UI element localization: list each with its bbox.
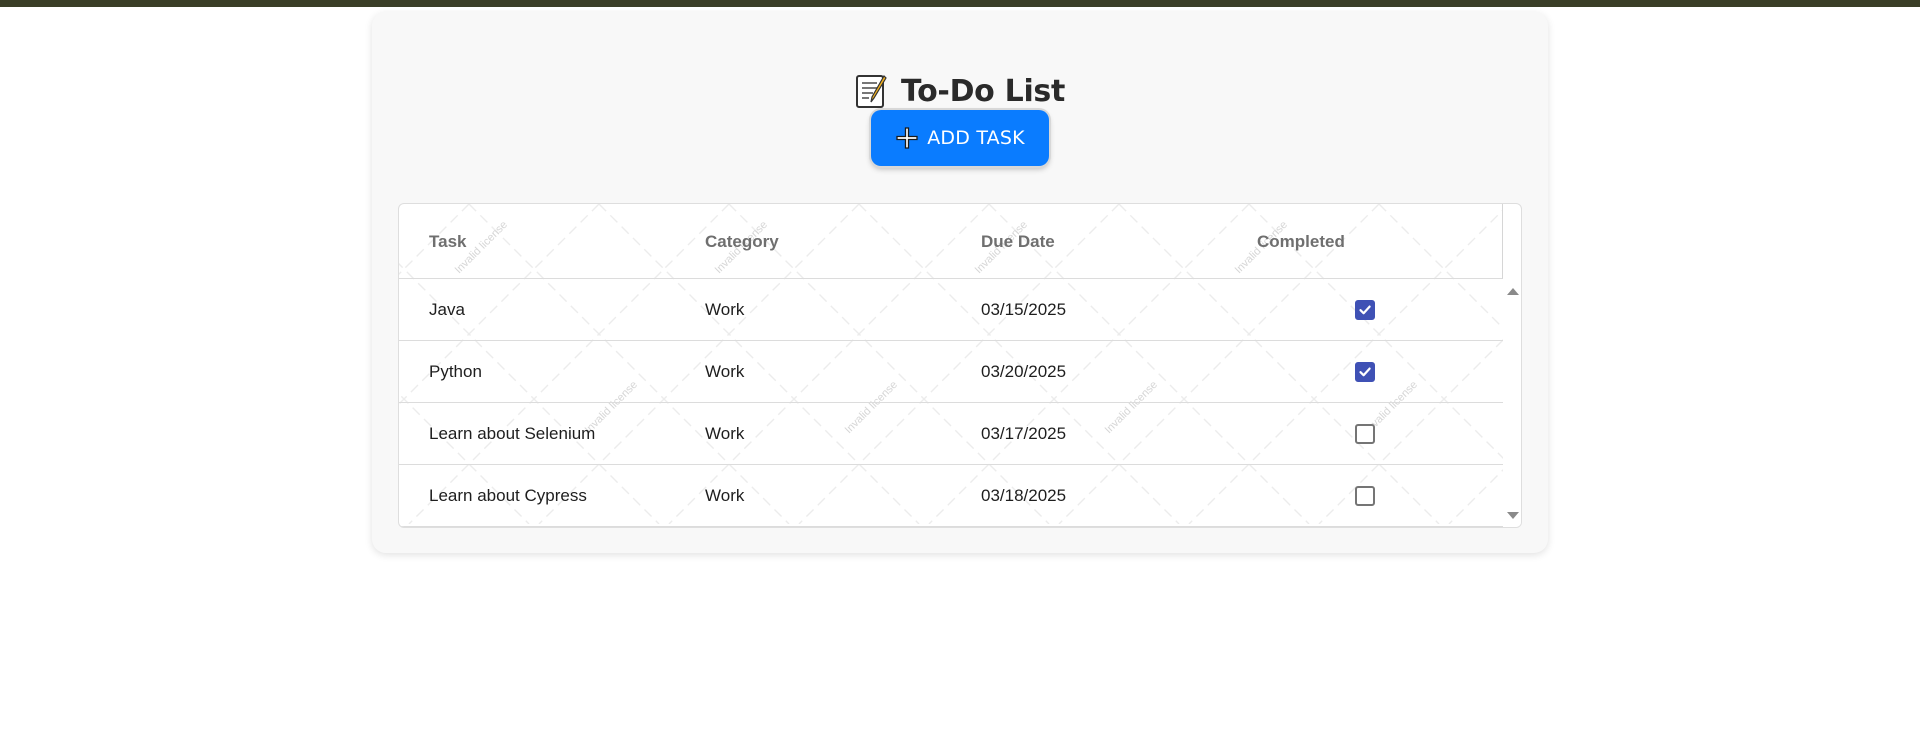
add-task-button[interactable]: ADD TASK — [871, 110, 1049, 166]
column-header-due-date[interactable]: Due Date — [981, 204, 1055, 279]
task-table: Invalid license Invalid license Invalid li… — [398, 203, 1522, 528]
page-title: To-Do List — [900, 73, 1066, 109]
category-cell: Work — [705, 362, 745, 381]
due-date-cell: 03/18/2025 — [981, 486, 1067, 505]
table-row[interactable]: Python Work 03/20/2025 — [399, 341, 1503, 403]
scroll-down-arrow-icon[interactable] — [1506, 511, 1520, 521]
category-cell: Work — [705, 424, 745, 443]
category-cell: Work — [705, 300, 745, 319]
completed-checkbox[interactable] — [1355, 424, 1375, 444]
top-bar — [0, 0, 1920, 7]
task-cell: Learn about Cypress — [429, 486, 587, 505]
vertical-scrollbar[interactable] — [1503, 279, 1521, 527]
completed-checkbox[interactable] — [1355, 362, 1375, 382]
due-date-cell: 03/15/2025 — [981, 300, 1067, 319]
scroll-up-arrow-icon[interactable] — [1506, 286, 1520, 296]
task-cell: Java — [429, 300, 465, 319]
column-header-category[interactable]: Category — [705, 204, 779, 279]
table-row[interactable]: Learn about Cypress Work 03/18/2025 — [399, 465, 1503, 527]
table-header: Task Category Due Date Completed — [399, 204, 1503, 279]
plus-icon — [896, 127, 918, 149]
memo-icon — [855, 75, 887, 108]
task-cell: Python — [429, 362, 482, 381]
category-cell: Work — [705, 486, 745, 505]
due-date-cell: 03/20/2025 — [981, 362, 1067, 381]
checkmark-icon — [1359, 367, 1371, 377]
due-date-cell: 03/17/2025 — [981, 424, 1067, 443]
table-row[interactable]: Java Work 03/15/2025 — [399, 279, 1503, 341]
title-row: To-Do List — [372, 70, 1548, 112]
completed-checkbox[interactable] — [1355, 486, 1375, 506]
column-header-completed[interactable]: Completed — [1257, 204, 1345, 279]
checkmark-icon — [1359, 305, 1371, 315]
add-task-label: ADD TASK — [927, 127, 1025, 149]
table-row[interactable]: Learn about Selenium Work 03/17/2025 — [399, 403, 1503, 465]
task-cell: Learn about Selenium — [429, 424, 596, 443]
table-body: Java Work 03/15/2025 Python Work 03/20/2… — [399, 279, 1503, 527]
completed-checkbox[interactable] — [1355, 300, 1375, 320]
column-header-task[interactable]: Task — [429, 204, 467, 279]
todo-card: To-Do List ADD TASK Invalid license Inval… — [372, 12, 1548, 553]
